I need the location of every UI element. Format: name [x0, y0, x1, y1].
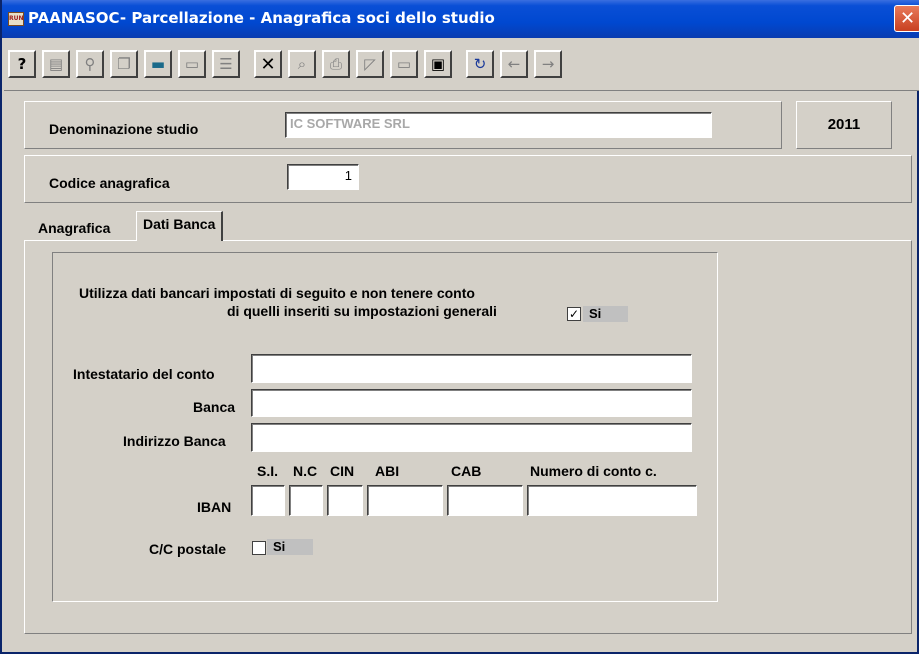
preview-button[interactable]: ⌕: [288, 50, 316, 78]
help-icon: ?: [17, 55, 27, 73]
postale-label: C/C postale: [149, 541, 227, 557]
list-icon: ☰: [219, 55, 233, 73]
delete-button[interactable]: ✕: [254, 50, 282, 78]
arrow-right-icon: →: [541, 55, 555, 73]
arrow-left-icon: ←: [507, 55, 521, 73]
codice-field[interactable]: 1: [287, 164, 359, 190]
copy-icon: ❐: [117, 55, 131, 73]
studio-field[interactable]: IC SOFTWARE SRL: [285, 112, 712, 138]
chart-button[interactable]: ◸: [356, 50, 384, 78]
close-button[interactable]: ✕: [894, 5, 919, 32]
iban-si-field[interactable]: [251, 485, 285, 516]
iban-cin-field[interactable]: [327, 485, 363, 516]
year-value: 2011: [827, 116, 861, 133]
iban-nc-field[interactable]: [289, 485, 323, 516]
studio-label: Denominazione studio: [49, 121, 199, 137]
print-icon: ⎙: [329, 55, 342, 73]
copy-button[interactable]: ❐: [110, 50, 138, 78]
postale-checkbox[interactable]: [252, 541, 266, 555]
iban-header-abi: ABI: [375, 463, 400, 479]
iban-header-si: S.I.: [257, 463, 279, 479]
app-icon: RUN: [8, 12, 24, 26]
intestatario-field[interactable]: [251, 354, 692, 383]
studio-section: Denominazione studio IC SOFTWARE SRL: [24, 101, 782, 149]
list-button[interactable]: ☰: [212, 50, 240, 78]
refresh-icon: ↻: [473, 55, 487, 73]
use-bank-si-label: Si: [583, 306, 628, 322]
use-bank-checkbox[interactable]: ✓: [567, 307, 581, 321]
save-button[interactable]: ▣: [424, 50, 452, 78]
delete-icon: ✕: [260, 53, 276, 75]
properties-icon: ▤: [48, 55, 64, 73]
form-button[interactable]: ▭: [390, 50, 418, 78]
save-icon: ▣: [430, 55, 446, 73]
form-icon: ▭: [396, 55, 412, 73]
search-button[interactable]: ⚲: [76, 50, 104, 78]
use-bank-note-line1: Utilizza dati bancari impostati di segui…: [79, 285, 475, 301]
postale-si-label: Si: [267, 539, 313, 555]
indirizzo-field[interactable]: [251, 423, 692, 452]
window-title: PAANASOC- Parcellazione - Anagrafica soc…: [28, 9, 495, 27]
calculator-icon: ▬: [150, 55, 166, 73]
iban-header-nc: N.C: [293, 463, 318, 479]
iban-cab-field[interactable]: [447, 485, 523, 516]
previous-button[interactable]: ←: [500, 50, 528, 78]
iban-header-cab: CAB: [451, 463, 482, 479]
iban-header-cin: CIN: [330, 463, 355, 479]
tab-dati-banca[interactable]: Dati Banca: [136, 211, 224, 241]
codice-label: Codice anagrafica: [49, 175, 170, 191]
calculator-button[interactable]: ▬: [144, 50, 172, 78]
properties-button[interactable]: ▤: [42, 50, 70, 78]
indirizzo-label: Indirizzo Banca: [123, 433, 226, 449]
help-button[interactable]: ?: [8, 50, 36, 78]
year-box: 2011: [796, 101, 892, 149]
use-bank-note-line2: di quelli inseriti su impostazioni gener…: [227, 303, 497, 319]
iban-abi-field[interactable]: [367, 485, 443, 516]
chart-icon: ◸: [364, 55, 376, 73]
preview-icon: ⌕: [297, 55, 307, 73]
intestatario-label: Intestatario del conto: [73, 366, 215, 382]
iban-header-conto: Numero di conto c.: [530, 463, 657, 479]
next-button[interactable]: →: [534, 50, 562, 78]
iban-label: IBAN: [197, 499, 232, 515]
refresh-button[interactable]: ↻: [466, 50, 494, 78]
bank-frame: Utilizza dati bancari impostati di segui…: [52, 252, 718, 602]
paste-button[interactable]: ▭: [178, 50, 206, 78]
binoculars-icon: ⚲: [84, 55, 96, 73]
tab-anagrafica[interactable]: Anagrafica: [32, 215, 117, 241]
banca-field[interactable]: [251, 389, 692, 417]
banca-label: Banca: [193, 399, 236, 415]
paste-icon: ▭: [184, 55, 200, 73]
codice-section: Codice anagrafica 1: [24, 155, 912, 203]
print-button[interactable]: ⎙: [322, 50, 350, 78]
toolbar: ? ▤ ⚲ ❐ ▬ ▭ ☰ ✕ ⌕ ⎙ ◸ ▭ ▣ ↻ ← →: [4, 38, 919, 91]
iban-conto-field[interactable]: [527, 485, 697, 516]
app-window: RUN PAANASOC- Parcellazione - Anagrafica…: [0, 0, 919, 654]
title-bar: RUN PAANASOC- Parcellazione - Anagrafica…: [2, 0, 919, 38]
